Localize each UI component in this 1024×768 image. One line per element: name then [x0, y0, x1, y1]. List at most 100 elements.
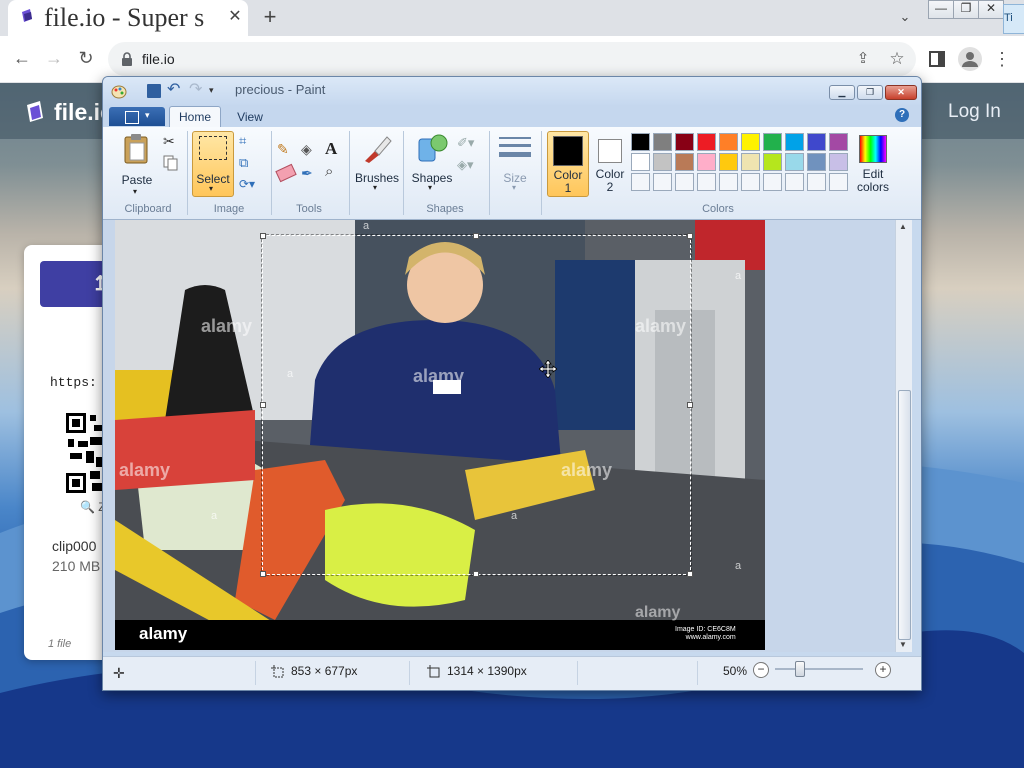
palette-swatch[interactable]: [741, 153, 760, 171]
paint-titlebar[interactable]: ↶ ↷ ▾ precious - Paint ▁ ❐ ✕: [103, 77, 921, 105]
selection-handle[interactable]: [687, 402, 693, 408]
palette-swatch[interactable]: [763, 153, 782, 171]
selection-handle[interactable]: [260, 402, 266, 408]
copy-icon[interactable]: [163, 155, 179, 171]
selection-rectangle[interactable]: [260, 233, 693, 577]
paste-button[interactable]: Paste ▾: [117, 133, 157, 199]
window-close-button[interactable]: ✕: [978, 0, 1004, 19]
paint-app-icon[interactable]: [111, 83, 127, 99]
edit-colors-button[interactable]: Edit colors: [853, 131, 893, 195]
palette-swatch[interactable]: [785, 133, 804, 151]
shape-fill-icon[interactable]: ◈▾: [457, 157, 475, 175]
text-icon[interactable]: A: [325, 139, 343, 158]
taskbar-peek[interactable]: Ti: [1003, 4, 1024, 34]
scroll-down-icon[interactable]: ▼: [899, 640, 907, 649]
share-icon[interactable]: ⇪: [852, 48, 874, 70]
undo-icon[interactable]: ↶: [167, 81, 183, 99]
selection-handle[interactable]: [260, 233, 266, 239]
selection-handle[interactable]: [260, 571, 266, 577]
palette-swatch[interactable]: [807, 133, 826, 151]
palette-swatch[interactable]: [675, 153, 694, 171]
browser-tab[interactable]: file.io - Super s ✕: [8, 0, 248, 36]
palette-custom-slot[interactable]: [675, 173, 694, 191]
palette-custom-slot[interactable]: [653, 173, 672, 191]
paint-minimize-button[interactable]: ▁: [829, 85, 855, 100]
color-picker-icon[interactable]: ✒: [301, 165, 319, 183]
palette-custom-slot[interactable]: [807, 173, 826, 191]
tab-close-icon[interactable]: ✕: [226, 6, 244, 28]
paint-close-button[interactable]: ✕: [885, 85, 917, 100]
login-link[interactable]: Log In: [948, 98, 1001, 126]
zoom-in-button[interactable]: +: [875, 662, 891, 678]
palette-swatch[interactable]: [653, 153, 672, 171]
selection-handle[interactable]: [687, 233, 693, 239]
palette-custom-slot[interactable]: [719, 173, 738, 191]
back-button[interactable]: ←: [8, 44, 36, 72]
address-bar[interactable]: file.io: [108, 42, 916, 76]
resize-icon[interactable]: ⧉: [239, 155, 255, 171]
quick-access-customize-icon[interactable]: ▾: [209, 83, 219, 97]
vertical-scrollbar[interactable]: ▲ ▼: [895, 220, 912, 652]
palette-custom-slot[interactable]: [763, 173, 782, 191]
color2-button[interactable]: Color 2: [591, 131, 629, 195]
palette-swatch[interactable]: [697, 133, 716, 151]
browser-menu-icon[interactable]: ⋮: [992, 48, 1012, 70]
share-url[interactable]: https:: [50, 375, 97, 390]
image-canvas[interactable]: alamy Image ID: CE6C8M www.alamy.com ala…: [115, 220, 765, 650]
fileio-logo-icon[interactable]: [24, 101, 46, 125]
canvas-area[interactable]: alamy Image ID: CE6C8M www.alamy.com ala…: [103, 220, 903, 652]
bookmark-star-icon[interactable]: ☆: [886, 48, 908, 70]
tab-home[interactable]: Home: [169, 106, 221, 128]
tab-view[interactable]: View: [225, 107, 275, 127]
palette-swatch[interactable]: [741, 133, 760, 151]
lock-icon[interactable]: [120, 51, 134, 67]
scroll-up-icon[interactable]: ▲: [899, 222, 907, 231]
magnifier-icon[interactable]: ⌕: [325, 163, 343, 181]
palette-swatch[interactable]: [675, 133, 694, 151]
size-button[interactable]: Size ▾: [495, 133, 535, 195]
palette-swatch[interactable]: [631, 153, 650, 171]
url-text[interactable]: file.io: [142, 42, 175, 76]
new-tab-button[interactable]: +: [258, 4, 282, 30]
zoom-slider-thumb[interactable]: [795, 661, 805, 677]
selection-handle[interactable]: [473, 571, 479, 577]
palette-swatch[interactable]: [763, 133, 782, 151]
scrollbar-thumb[interactable]: [898, 390, 911, 640]
file-menu-button[interactable]: ▾: [109, 107, 165, 126]
forward-button[interactable]: →: [40, 44, 68, 72]
zoom-slider[interactable]: [775, 668, 863, 670]
palette-swatch[interactable]: [653, 133, 672, 151]
shapes-button[interactable]: Shapes ▾: [409, 131, 455, 195]
fill-icon[interactable]: ◈: [301, 141, 319, 159]
redo-icon[interactable]: ↷: [189, 81, 205, 99]
tab-search-icon[interactable]: ⌄: [893, 6, 917, 28]
reload-button[interactable]: ↻: [72, 44, 100, 72]
rotate-icon[interactable]: ⟳▾: [239, 177, 263, 193]
brushes-button[interactable]: Brushes ▾: [355, 131, 399, 195]
crop-icon[interactable]: ⌗: [239, 133, 255, 149]
zoom-out-button[interactable]: −: [753, 662, 769, 678]
palette-swatch[interactable]: [829, 153, 848, 171]
cut-icon[interactable]: ✂: [163, 133, 179, 149]
paint-maximize-button[interactable]: ❐: [857, 85, 883, 100]
outline-icon[interactable]: ✐▾: [457, 135, 475, 153]
palette-swatch[interactable]: [719, 133, 738, 151]
save-icon[interactable]: [147, 84, 161, 98]
palette-swatch[interactable]: [697, 153, 716, 171]
pencil-icon[interactable]: ✎: [277, 141, 295, 159]
palette-custom-slot[interactable]: [741, 173, 760, 191]
palette-custom-slot[interactable]: [785, 173, 804, 191]
palette-swatch[interactable]: [719, 153, 738, 171]
palette-custom-slot[interactable]: [697, 173, 716, 191]
select-button[interactable]: Select ▾: [192, 131, 234, 197]
palette-custom-slot[interactable]: [631, 173, 650, 191]
palette-swatch[interactable]: [807, 153, 826, 171]
selection-handle[interactable]: [687, 571, 693, 577]
palette-swatch[interactable]: [631, 133, 650, 151]
profile-avatar-icon[interactable]: [958, 47, 982, 71]
help-icon[interactable]: ?: [895, 108, 909, 122]
palette-swatch[interactable]: [829, 133, 848, 151]
selection-handle[interactable]: [473, 233, 479, 239]
color1-button[interactable]: Color 1: [547, 131, 589, 197]
eraser-icon[interactable]: [275, 163, 297, 183]
